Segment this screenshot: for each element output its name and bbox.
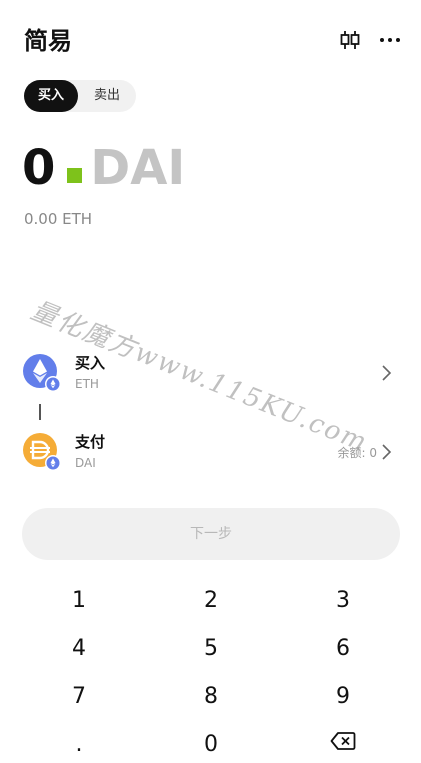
- next-step-button[interactable]: 下一步: [22, 508, 400, 560]
- buy-sell-toggle: 买入 卖出: [24, 80, 136, 112]
- buy-row-token: ETH: [75, 377, 99, 391]
- pay-row-token: DAI: [75, 456, 96, 470]
- backspace-key[interactable]: [293, 722, 393, 763]
- key-6[interactable]: 6: [293, 626, 393, 672]
- header: 简易: [24, 24, 401, 58]
- chevron-right-icon: [381, 364, 393, 386]
- key-4[interactable]: 4: [29, 626, 129, 672]
- key-5[interactable]: 5: [161, 626, 261, 672]
- balance-text: 余额: 0: [337, 446, 378, 460]
- row-connector: [39, 404, 41, 420]
- sell-tab[interactable]: 卖出: [80, 80, 134, 112]
- pay-row-label: 支付: [75, 433, 106, 451]
- key-1[interactable]: 1: [29, 578, 129, 624]
- header-actions: [339, 30, 401, 50]
- key-8[interactable]: 8: [161, 674, 261, 720]
- pay-token-row[interactable]: 支付 DAI 余额: 0: [22, 427, 399, 477]
- key-decimal[interactable]: .: [29, 722, 129, 763]
- buy-token-row[interactable]: 买入 ETH: [22, 348, 399, 398]
- amount-value: 0: [22, 140, 56, 196]
- buy-tab[interactable]: 买入: [24, 80, 78, 112]
- page-title: 简易: [24, 27, 72, 55]
- equivalent-value: 0.00 ETH: [24, 210, 93, 228]
- amount-display: 0 DAI: [22, 140, 185, 196]
- eth-icon: [22, 353, 62, 393]
- more-icon[interactable]: [379, 30, 401, 50]
- input-cursor: [67, 167, 83, 183]
- backspace-icon: [330, 722, 356, 763]
- candlestick-icon[interactable]: [339, 30, 361, 50]
- amount-unit: DAI: [90, 140, 186, 196]
- key-7[interactable]: 7: [29, 674, 129, 720]
- key-2[interactable]: 2: [161, 578, 261, 624]
- buy-row-label: 买入: [75, 354, 106, 372]
- key-0[interactable]: 0: [161, 722, 261, 763]
- key-9[interactable]: 9: [293, 674, 393, 720]
- chevron-right-icon: [381, 443, 393, 465]
- key-3[interactable]: 3: [293, 578, 393, 624]
- dai-icon: [22, 432, 62, 472]
